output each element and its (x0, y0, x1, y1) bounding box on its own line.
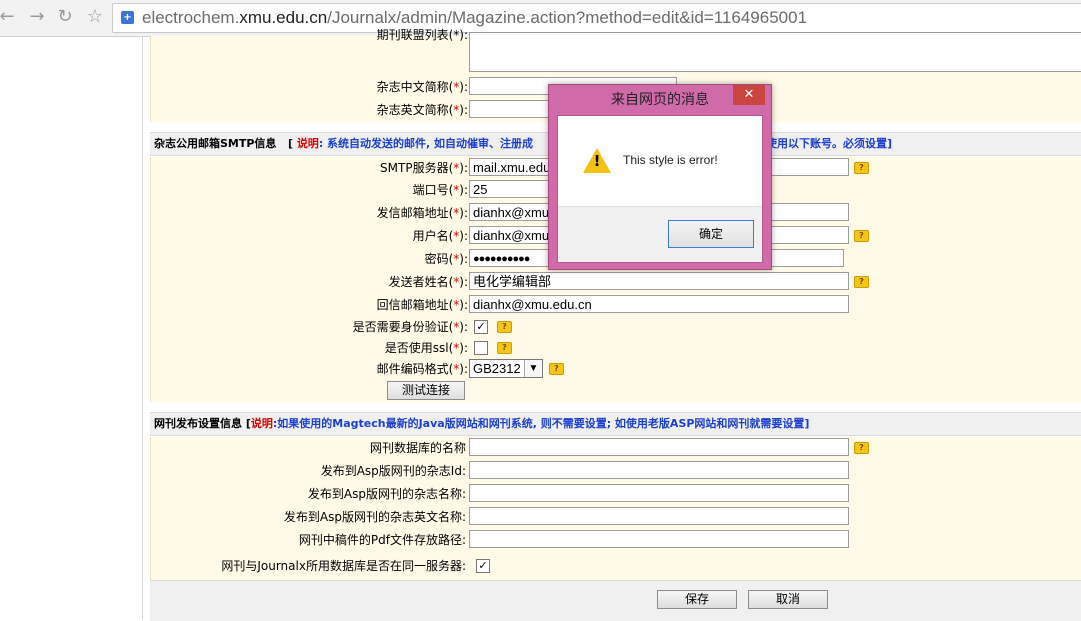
publish-panel: 网刊数据库的名称 ? 发布到Asp版网刊的杂志Id: 发布到Asp版网刊的杂志名… (150, 437, 1081, 580)
sender-name-label: 发送者姓名(*): (388, 275, 468, 289)
help-icon[interactable]: ? (497, 342, 512, 354)
username-label: 用户名(*): (412, 229, 468, 243)
same-server-checkbox[interactable]: ✓ (476, 559, 490, 573)
asp-id-input[interactable] (469, 461, 849, 479)
asp-en-name-row: 发布到Asp版网刊的杂志英文名称: (151, 506, 1081, 528)
dialog-body: ! This style is error! 确定 (557, 115, 763, 263)
help-icon[interactable]: ? (854, 230, 869, 242)
alliance-list-label: 期刊联盟列表(*): (376, 28, 468, 42)
encoding-select[interactable]: GB2312 ▼ (469, 359, 543, 378)
asp-id-row: 发布到Asp版网刊的杂志Id: (151, 460, 1081, 482)
forward-icon[interactable]: → (26, 6, 48, 28)
asp-name-input[interactable] (469, 484, 849, 502)
help-icon[interactable]: ? (854, 442, 869, 454)
asp-id-label: 发布到Asp版网刊的杂志Id: (320, 464, 466, 478)
cancel-button[interactable]: 取消 (748, 590, 828, 609)
reply-email-label: 回信邮箱地址(*): (376, 298, 468, 312)
dialog-message: This style is error! (623, 153, 718, 167)
sender-name-row: 发送者姓名(*): 电化学编辑部 ? (151, 271, 1081, 293)
pdf-path-label: 网刊中稿件的Pdf文件存放路径: (298, 533, 466, 547)
db-name-label: 网刊数据库的名称 (369, 441, 466, 455)
page-left-border (142, 36, 143, 620)
db-name-input[interactable] (469, 438, 849, 456)
site-info-icon[interactable]: + (121, 11, 134, 24)
help-icon[interactable]: ? (854, 276, 869, 288)
ok-button[interactable]: 确定 (668, 220, 754, 248)
asp-name-label: 发布到Asp版网刊的杂志名称: (307, 487, 466, 501)
auth-label: 是否需要身份验证(*): (352, 320, 468, 334)
same-server-label: 网刊与Journalx所用数据库是否在同一服务器: (221, 559, 466, 573)
auth-checkbox[interactable]: ✓ (474, 320, 488, 334)
save-button[interactable]: 保存 (657, 590, 737, 609)
smtp-server-label: SMTP服务器(*): (380, 161, 468, 175)
cn-abbr-label: 杂志中文简称(*): (376, 80, 468, 94)
same-server-row: 网刊与Journalx所用数据库是否在同一服务器: ✓ (151, 555, 1081, 577)
sender-email-label: 发信邮箱地址(*): (376, 206, 468, 220)
auth-row: 是否需要身份验证(*): ✓ ? (151, 316, 1081, 338)
ssl-label: 是否使用ssl(*): (384, 341, 468, 355)
port-input[interactable]: 25 (469, 180, 559, 198)
dialog-footer: 确定 (558, 206, 762, 262)
action-bar: 保存 取消 (150, 580, 1081, 621)
port-label: 端口号(*): (412, 183, 468, 197)
test-connection-button[interactable]: 测试连接 (387, 381, 465, 400)
password-label: 密码(*): (424, 252, 468, 266)
back-icon[interactable]: ← (0, 6, 18, 28)
asp-name-row: 发布到Asp版网刊的杂志名称: (151, 483, 1081, 505)
pdf-path-row: 网刊中稿件的Pdf文件存放路径: (151, 529, 1081, 551)
publish-section-header: 网刊发布设置信息 [说明:如果使用的Magtech最新的Java版网站和网刊系统… (150, 412, 1081, 436)
reply-email-row: 回信邮箱地址(*): dianhx@xmu.edu.cn (151, 294, 1081, 316)
asp-en-name-label: 发布到Asp版网刊的杂志英文名称: (283, 510, 466, 524)
alliance-list-row: 期刊联盟列表(*): (151, 24, 1081, 72)
help-icon[interactable]: ? (549, 363, 564, 375)
encoding-row: 邮件编码格式(*): GB2312 ▼ ? (151, 358, 1081, 380)
en-abbr-label: 杂志英文简称(*): (376, 103, 468, 117)
help-icon[interactable]: ? (497, 321, 512, 333)
db-name-row: 网刊数据库的名称 ? (151, 437, 1081, 459)
ssl-row: 是否使用ssl(*): ? (151, 337, 1081, 359)
asp-en-name-input[interactable] (469, 507, 849, 525)
ssl-checkbox[interactable] (474, 341, 488, 355)
reply-email-input[interactable]: dianhx@xmu.edu.cn (469, 295, 849, 313)
sender-name-input[interactable]: 电化学编辑部 (469, 272, 849, 290)
alert-dialog: 来自网页的消息 ✕ ! This style is error! 确定 (548, 84, 772, 270)
pdf-path-input[interactable] (469, 530, 849, 548)
alliance-list-textarea[interactable] (469, 32, 1081, 72)
reload-icon[interactable]: ↻ (54, 6, 76, 28)
help-icon[interactable]: ? (854, 162, 869, 174)
encoding-label: 邮件编码格式(*): (376, 362, 468, 376)
chevron-down-icon: ▼ (524, 360, 542, 377)
bookmark-star-icon[interactable]: ☆ (84, 6, 106, 28)
close-icon[interactable]: ✕ (733, 85, 765, 105)
